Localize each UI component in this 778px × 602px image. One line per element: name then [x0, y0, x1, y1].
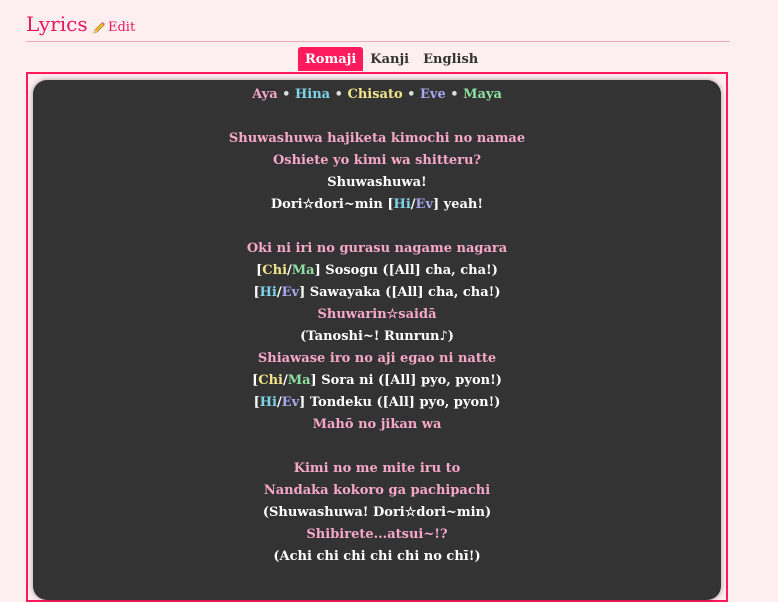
- member-maya: Maya: [463, 87, 502, 102]
- lyric-line: [Hi/Ev] Tondeku ([All] pyo, pyon!): [33, 392, 721, 414]
- stanza-break: [33, 436, 721, 458]
- separator: •: [407, 87, 416, 102]
- lyric-line: Shiawase iro no aji egao ni natte: [257, 351, 497, 366]
- lyric-segment: Hi: [393, 197, 411, 212]
- lyric-segment: Ev: [415, 197, 433, 212]
- lyric-line: Mahō no jikan wa: [312, 417, 442, 432]
- lyric-line: Nandaka kokoro ga pachipachi: [263, 483, 491, 498]
- lyric-segment: ] Sawayaka ([All] cha, cha!): [299, 285, 501, 300]
- tab-kanji[interactable]: Kanji: [363, 47, 416, 71]
- lyric-line: Shuwashuwa hajiketa kimochi no namae: [228, 131, 526, 146]
- pencil-icon: [93, 21, 105, 34]
- lyric-segment: Chi: [258, 373, 283, 388]
- lyric-line: Oshiete yo kimi wa shitteru?: [272, 153, 482, 168]
- separator: •: [282, 87, 291, 102]
- stanza-break: [33, 216, 721, 238]
- stanza-break: [33, 106, 721, 128]
- separator: •: [450, 87, 459, 102]
- lyric-segment: Hi: [259, 395, 277, 410]
- lyric-segment: ] Sosogu ([All] cha, cha!): [314, 263, 498, 278]
- lyric-line: Kimi no me mite iru to: [293, 461, 461, 476]
- lyric-lines: Shuwashuwa hajiketa kimochi no namae Oshi…: [33, 128, 721, 568]
- lyric-segment: Dori☆dori~min [: [270, 197, 394, 212]
- member-legend: Aya • Hina • Chisato • Eve • Maya: [33, 84, 721, 106]
- lyric-segment: ] Tondeku ([All] pyo, pyon!): [299, 395, 501, 410]
- lyric-line: Dori☆dori~min [Hi/Ev] yeah!: [33, 194, 721, 216]
- lyric-segment: ] yeah!: [433, 197, 484, 212]
- lyric-segment: ] Sora ni ([All] pyo, pyon!): [310, 373, 502, 388]
- header-divider: [26, 41, 730, 42]
- member-chisato: Chisato: [347, 87, 403, 102]
- lyric-line: Shuwashuwa!: [327, 175, 427, 190]
- lyric-segment: Ma: [287, 373, 311, 388]
- lyric-line: [Chi/Ma] Sosogu ([All] cha, cha!): [33, 260, 721, 282]
- member-eve: Eve: [420, 87, 446, 102]
- lyric-segment: Hi: [259, 285, 277, 300]
- lyrics-header: Lyrics Edit: [26, 10, 730, 40]
- lyrics-body: Aya • Hina • Chisato • Eve • Maya Shuwas…: [33, 84, 721, 568]
- lyric-segment: Chi: [262, 263, 288, 278]
- lyric-line: (Tanoshi~! Runrun♪): [300, 329, 454, 344]
- tab-romaji[interactable]: Romaji: [298, 47, 364, 71]
- lyric-line: (Achi chi chi chi chi no chī!): [273, 549, 481, 564]
- lyrics-panel[interactable]: Aya • Hina • Chisato • Eve • Maya Shuwas…: [33, 80, 721, 600]
- lyric-line: [Chi/Ma] Sora ni ([All] pyo, pyon!): [33, 370, 721, 392]
- page-title: Lyrics: [26, 12, 88, 36]
- lyric-segment: Ev: [281, 285, 300, 300]
- lyric-line: [Hi/Ev] Sawayaka ([All] cha, cha!): [33, 282, 721, 304]
- lyric-segment: Ma: [291, 263, 315, 278]
- separator: •: [334, 87, 343, 102]
- lyric-line: Oki ni iri no gurasu nagame nagara: [246, 241, 508, 256]
- edit-link[interactable]: Edit: [92, 20, 135, 35]
- lyric-line: (Shuwashuwa! Dori☆dori~min): [262, 505, 492, 520]
- lyrics-frame: Aya • Hina • Chisato • Eve • Maya Shuwas…: [26, 72, 728, 602]
- member-aya: Aya: [252, 87, 278, 102]
- member-hina: Hina: [295, 87, 331, 102]
- tab-english[interactable]: English: [416, 47, 485, 71]
- lyric-segment: Ev: [281, 395, 300, 410]
- edit-label: Edit: [108, 20, 136, 35]
- lyrics-tabs: Romaji Kanji English: [298, 47, 485, 71]
- lyric-line: Shibirete...atsui~!?: [306, 527, 448, 542]
- lyric-line: Shuwarin☆saidā: [317, 307, 437, 322]
